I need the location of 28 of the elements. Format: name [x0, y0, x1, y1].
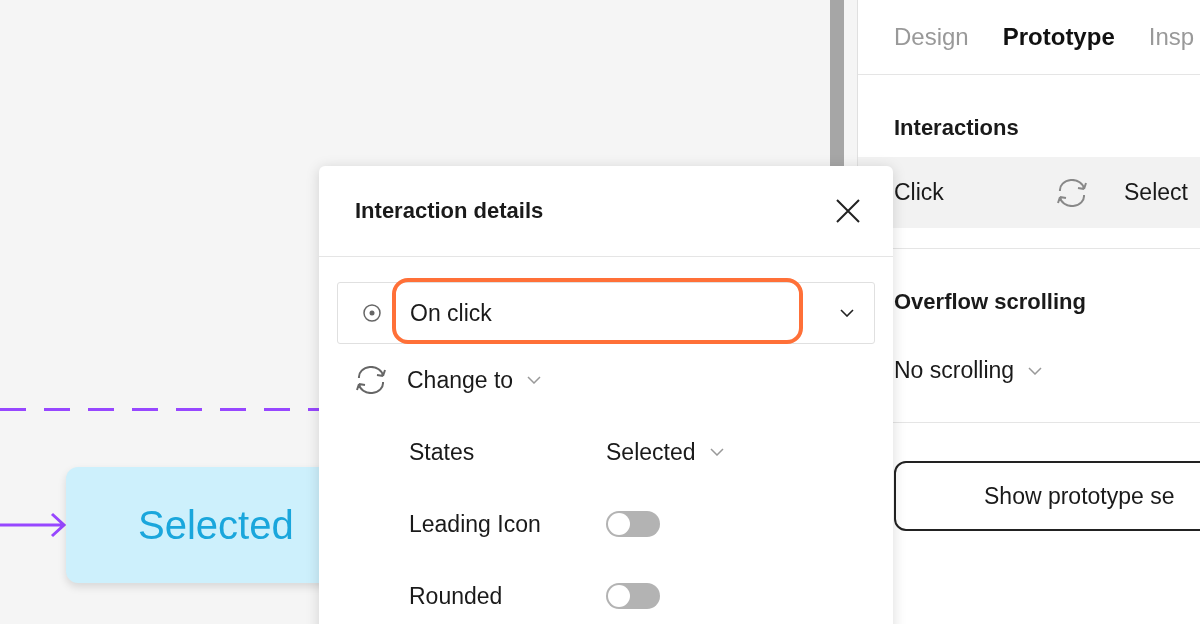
close-icon[interactable]: [835, 198, 861, 224]
swap-icon: [353, 366, 389, 394]
target-icon: [362, 303, 382, 323]
section-title: Overflow scrolling: [894, 289, 1086, 315]
overflow-dropdown[interactable]: No scrolling: [894, 357, 1043, 384]
trigger-value: On click: [410, 299, 493, 327]
scrollbar-thumb[interactable]: [830, 0, 844, 168]
chevron-icon: [527, 376, 542, 384]
toggle-switch[interactable]: [606, 511, 660, 537]
chevron-icon: [709, 448, 724, 456]
property-label: Rounded: [409, 582, 504, 610]
toggle-switch[interactable]: [606, 583, 660, 609]
chevron-icon: [840, 309, 854, 317]
prototype-settings-button[interactable]: Show prototype se: [894, 461, 1200, 531]
component-label: Selected: [138, 502, 294, 548]
connector-arrow: [0, 510, 68, 540]
property-label: Leading Icon: [409, 510, 542, 538]
dialog-title: Interaction details: [355, 198, 544, 224]
section-title: Interactions: [894, 115, 1019, 140]
trigger-label: Click: [894, 179, 945, 206]
interaction-row[interactable]: Click Select: [858, 157, 1200, 228]
chevron-icon: [1028, 366, 1043, 375]
action-dropdown[interactable]: Change to: [407, 366, 542, 394]
property-dropdown[interactable]: Selected: [606, 438, 724, 466]
swap-icon: [1054, 178, 1090, 207]
property-label: States: [409, 438, 476, 466]
target-label: Select: [1124, 179, 1188, 206]
panel-tab[interactable]: Prototype: [1002, 23, 1115, 51]
